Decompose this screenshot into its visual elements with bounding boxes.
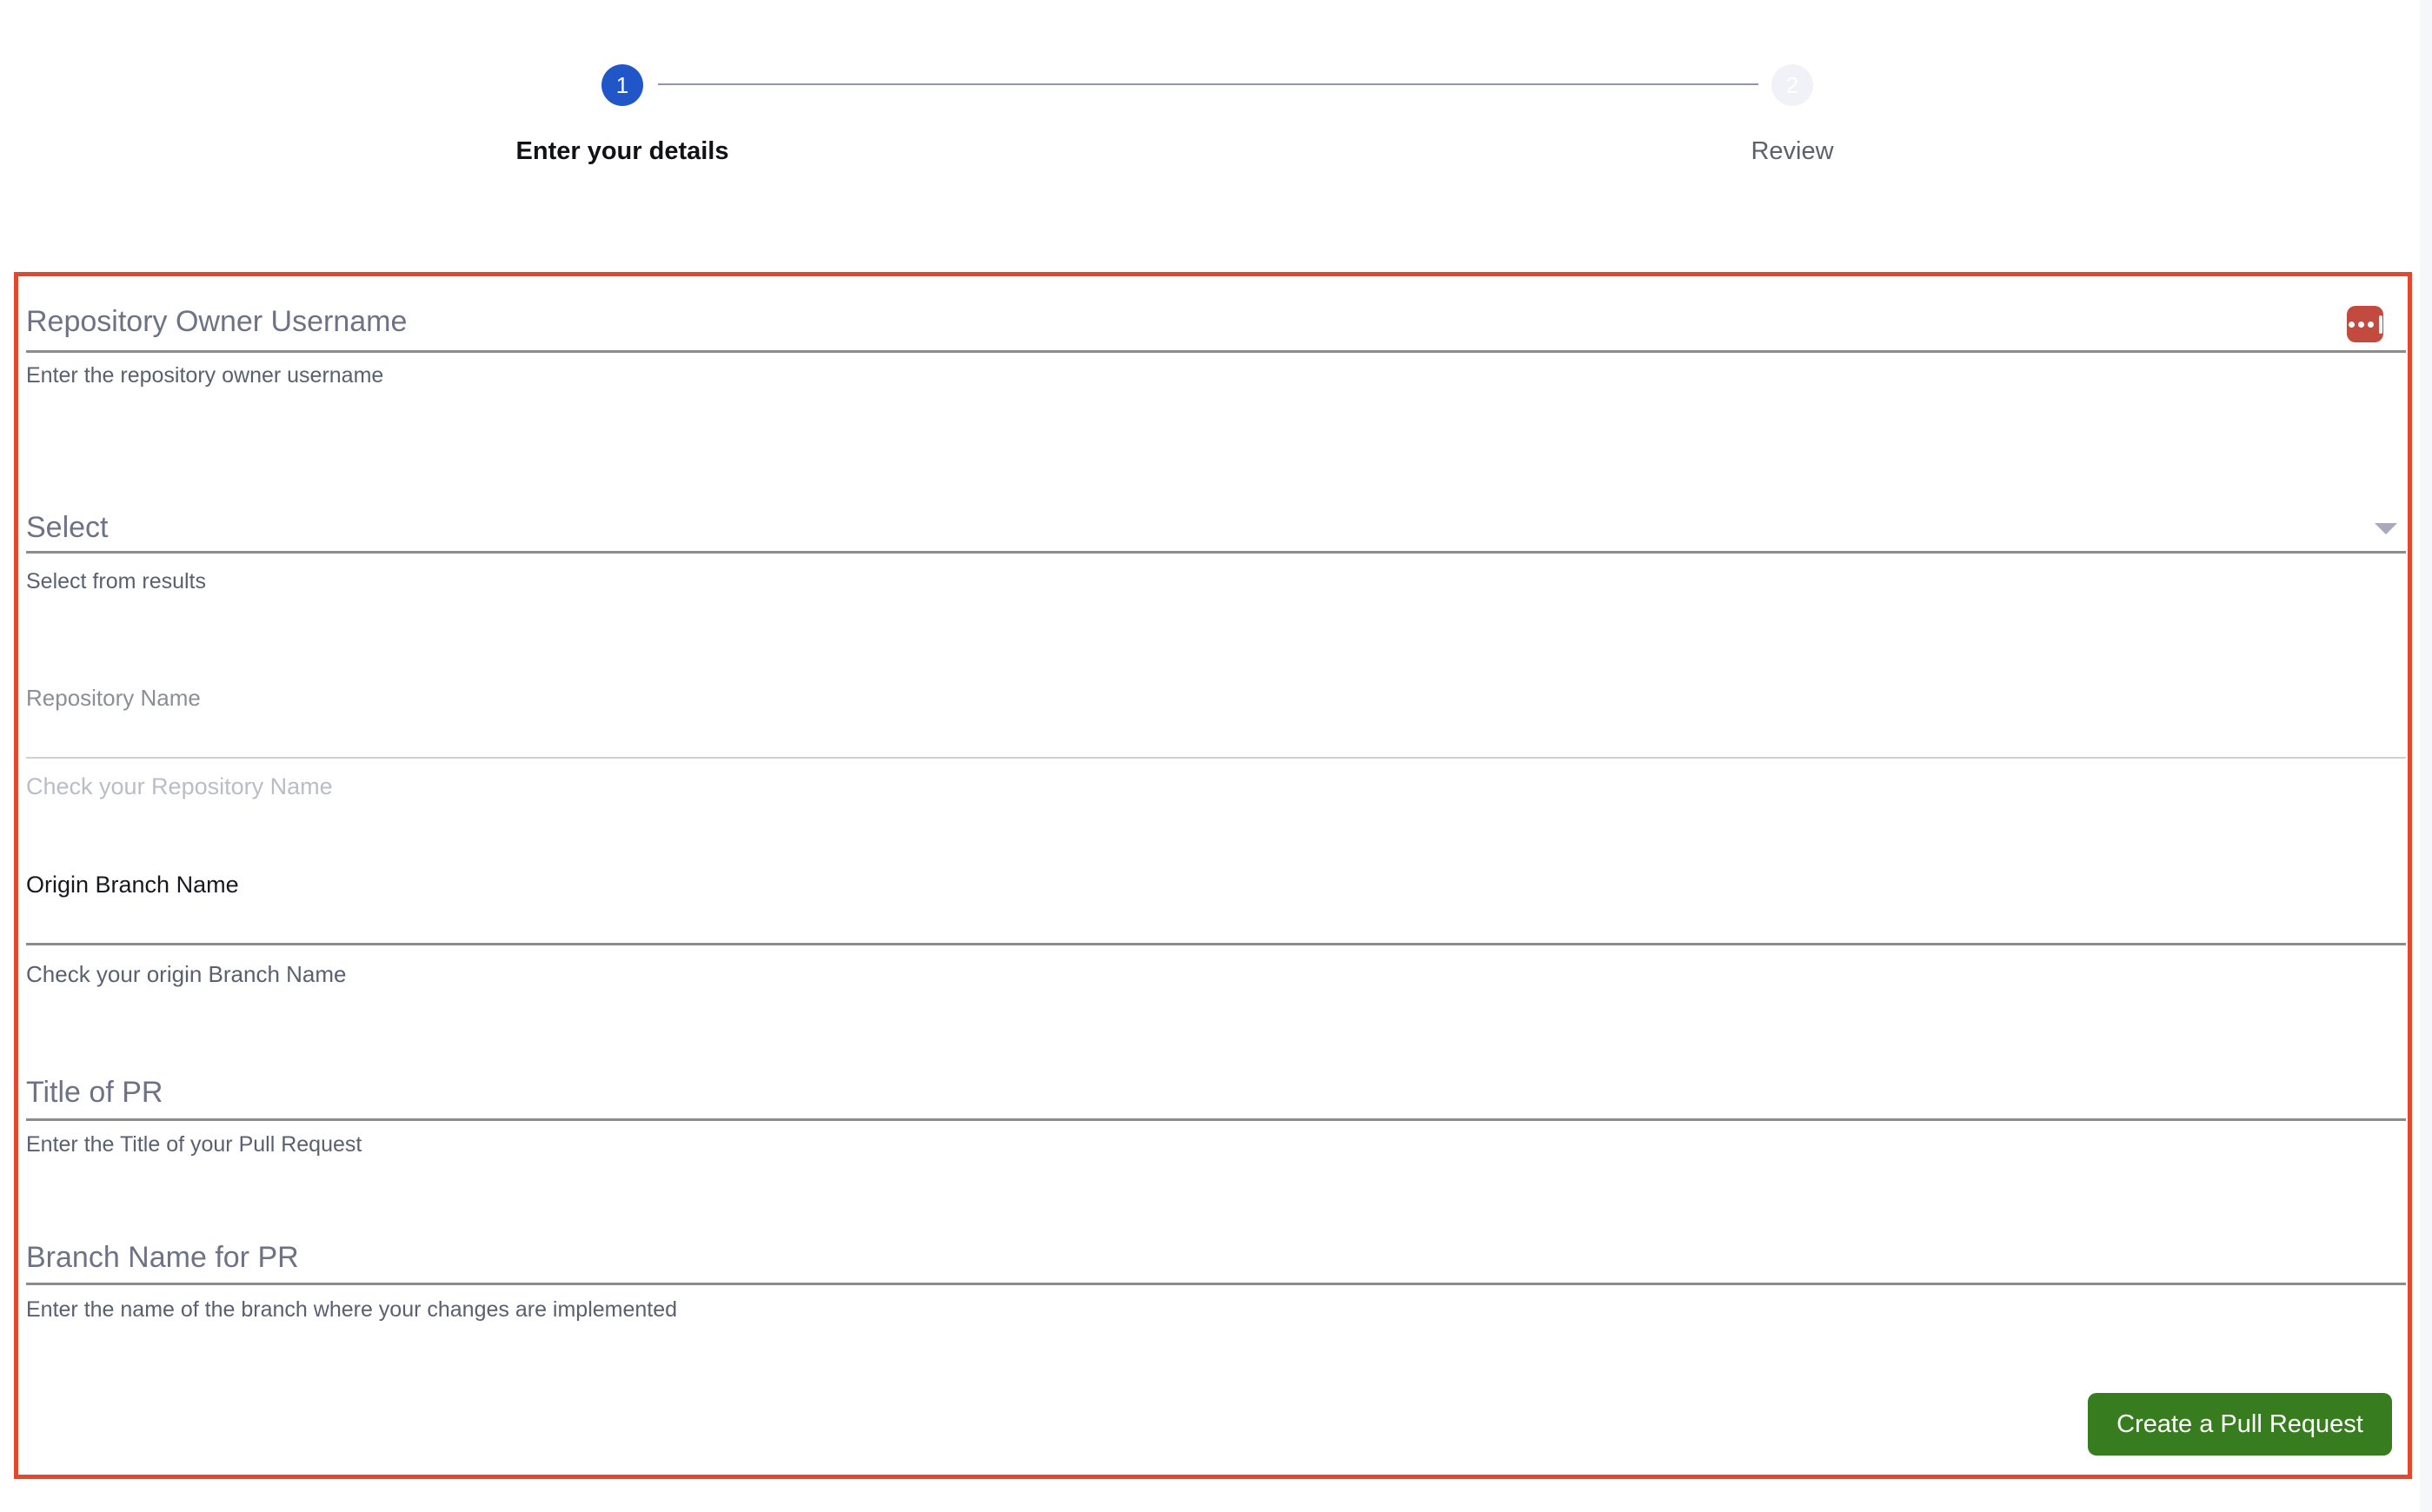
stepper: 1 2 Enter your details Review [0,0,2432,174]
repository-owner-field [26,295,2338,348]
select-dropdown-value: Select [26,511,109,544]
select-dropdown[interactable]: Select [26,511,2406,551]
step-1-indicator: 1 [601,64,643,106]
input-underline [26,943,2406,945]
pr-title-input[interactable] [26,1069,2406,1117]
repository-owner-helper: Enter the repository owner username [26,363,384,388]
input-underline [26,1283,2406,1285]
input-underline [26,1118,2406,1121]
step-2-indicator: 2 [1771,64,1813,106]
input-underline [26,551,2406,554]
password-manager-icon[interactable] [2347,306,2383,342]
origin-branch-field [26,902,2406,940]
step-1-number: 1 [615,71,629,98]
pr-title-field [26,1069,2406,1117]
password-dot-icon [2367,321,2374,328]
select-helper: Select from results [26,569,207,594]
input-underline [26,350,2406,353]
password-dot-icon [2348,321,2355,328]
input-underline [26,757,2406,759]
origin-branch-input[interactable] [26,902,2406,940]
repository-name-input[interactable] [26,713,2406,756]
repository-name-field [26,713,2406,756]
step-1-label: Enter your details [515,137,729,165]
page-edge-gutter [2420,0,2432,1512]
repository-owner-input[interactable] [26,295,2338,348]
create-pull-request-button[interactable]: Create a Pull Request [2088,1393,2392,1456]
chevron-down-icon [2375,523,2397,534]
password-dot-icon [2357,321,2364,328]
password-cursor-icon [2378,315,2382,334]
pr-branch-input[interactable] [26,1234,2406,1281]
pr-branch-helper: Enter the name of the branch where your … [26,1297,678,1322]
step-2-number: 2 [1785,71,1799,98]
pr-branch-field [26,1234,2406,1281]
step-2-label: Review [1751,137,1834,165]
repository-name-label: Repository Name [26,685,201,711]
stepper-connector-line [658,83,1758,85]
origin-branch-label: Origin Branch Name [26,872,239,898]
repository-name-helper: Check your Repository Name [26,773,333,799]
pr-title-helper: Enter the Title of your Pull Request [26,1132,362,1157]
origin-branch-helper: Check your origin Branch Name [26,961,347,987]
